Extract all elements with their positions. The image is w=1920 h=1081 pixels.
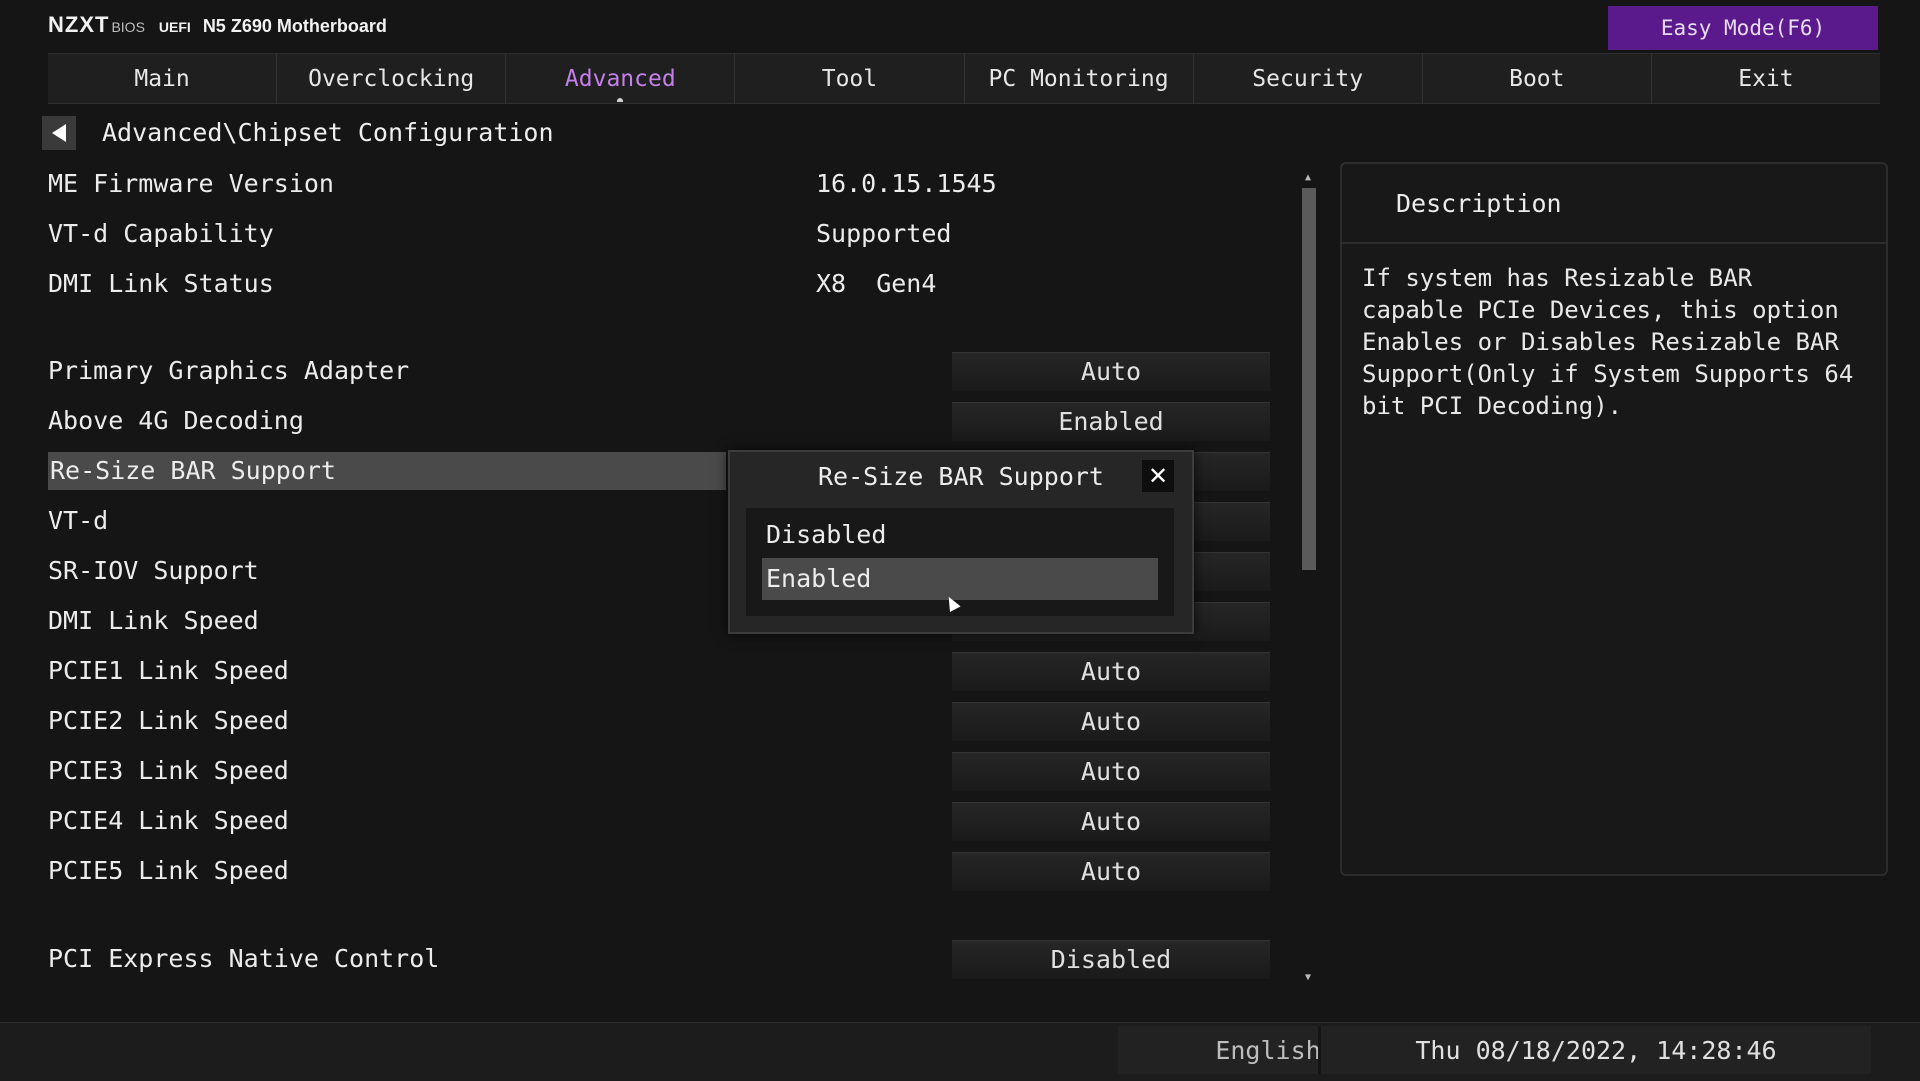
tab-boot[interactable]: Boot <box>1423 54 1652 103</box>
setting-label: PCI Express Native Control <box>48 944 440 973</box>
easy-mode-button[interactable]: Easy Mode(F6) <box>1608 6 1878 50</box>
setting-label: VT-d <box>48 506 109 535</box>
setting-row-pcie2-link-speed[interactable]: PCIE2 Link Speed Auto <box>48 702 1288 741</box>
setting-label: PCIE3 Link Speed <box>48 756 289 785</box>
info-value: Supported <box>816 219 952 248</box>
setting-label: PCIE1 Link Speed <box>48 656 289 685</box>
description-title: Description <box>1342 164 1886 244</box>
info-label: DMI Link Status <box>48 269 274 298</box>
info-row-dmi-link-status: DMI Link Status X8 Gen4 <box>48 265 1288 303</box>
setting-label: PCIE4 Link Speed <box>48 806 289 835</box>
tab-exit[interactable]: Exit <box>1652 54 1880 103</box>
setting-label: Re-Size BAR Support <box>48 452 726 490</box>
back-button[interactable] <box>42 116 76 150</box>
setting-label: PCIE5 Link Speed <box>48 856 289 885</box>
setting-row-primary-graphics-adapter[interactable]: Primary Graphics Adapter Auto <box>48 352 1288 391</box>
setting-value-button[interactable]: Auto <box>952 702 1270 741</box>
resize-bar-option-dialog: Re-Size BAR Support ✕ Disabled Enabled <box>728 450 1194 634</box>
nzxt-logo: NZXT <box>48 12 110 37</box>
uefi-label: UEFI <box>158 19 191 35</box>
motherboard-model: N5 Z690 Motherboard <box>202 16 387 36</box>
scroll-up-arrow-icon[interactable]: ▲ <box>1302 172 1314 184</box>
main-tab-bar: Main Overclocking Advanced Tool PC Monit… <box>48 53 1880 104</box>
setting-label: DMI Link Speed <box>48 606 259 635</box>
info-row-me-firmware: ME Firmware Version 16.0.15.1545 <box>48 165 1288 203</box>
info-value: 16.0.15.1545 <box>816 169 997 198</box>
setting-value-button[interactable]: Enabled <box>952 402 1270 441</box>
setting-value-button[interactable]: Auto <box>952 352 1270 391</box>
tab-main[interactable]: Main <box>48 54 278 103</box>
setting-value-button[interactable]: Auto <box>952 652 1270 691</box>
setting-value-button[interactable]: Disabled <box>952 940 1270 979</box>
tab-advanced[interactable]: Advanced <box>506 54 736 103</box>
setting-label: SR-IOV Support <box>48 556 259 585</box>
option-enabled[interactable]: Enabled <box>762 558 1158 600</box>
setting-row-pcie5-link-speed[interactable]: PCIE5 Link Speed Auto <box>48 852 1288 891</box>
tab-pc-monitoring[interactable]: PC Monitoring <box>965 54 1194 103</box>
dialog-title: Re-Size BAR Support <box>818 462 1104 491</box>
description-panel: Description If system has Resizable BAR … <box>1340 162 1888 876</box>
setting-value-button[interactable]: Auto <box>952 752 1270 791</box>
scrollbar-thumb[interactable] <box>1302 188 1316 570</box>
setting-label: Primary Graphics Adapter <box>48 356 410 385</box>
description-text: If system has Resizable BAR capable PCIe… <box>1362 264 1854 420</box>
option-list: Disabled Enabled <box>746 508 1174 616</box>
setting-row-pcie4-link-speed[interactable]: PCIE4 Link Speed Auto <box>48 802 1288 841</box>
info-value: X8 Gen4 <box>816 269 937 298</box>
scroll-down-arrow-icon[interactable]: ▼ <box>1302 972 1314 984</box>
info-label: ME Firmware Version <box>48 169 334 198</box>
info-row-vtd-capability: VT-d Capability Supported <box>48 215 1288 253</box>
option-disabled[interactable]: Disabled <box>762 514 1158 556</box>
close-icon[interactable]: ✕ <box>1142 460 1174 492</box>
setting-row-pcie1-link-speed[interactable]: PCIE1 Link Speed Auto <box>48 652 1288 691</box>
breadcrumb: Advanced\Chipset Configuration <box>102 118 554 147</box>
date-time-display: Thu 08/18/2022, 14:28:46 <box>1318 1026 1871 1074</box>
setting-label: PCIE2 Link Speed <box>48 706 289 735</box>
tab-security[interactable]: Security <box>1194 54 1423 103</box>
info-label: VT-d Capability <box>48 219 274 248</box>
bios-label: BIOS <box>111 19 145 35</box>
setting-value-button[interactable]: Auto <box>952 852 1270 891</box>
setting-row-pcie3-link-speed[interactable]: PCIE3 Link Speed Auto <box>48 752 1288 791</box>
settings-scrollbar[interactable]: ▲ ▼ <box>1300 172 1316 984</box>
setting-label: Above 4G Decoding <box>48 406 304 435</box>
brand-header: NZXT BIOS UEFI N5 Z690 Motherboard <box>48 12 387 40</box>
tab-tool[interactable]: Tool <box>735 54 965 103</box>
setting-row-pci-express-native-control[interactable]: PCI Express Native Control Disabled <box>48 940 1288 979</box>
setting-row-above-4g-decoding[interactable]: Above 4G Decoding Enabled <box>48 402 1288 441</box>
setting-value-button[interactable]: Auto <box>952 802 1270 841</box>
tab-overclocking[interactable]: Overclocking <box>277 54 507 103</box>
back-arrow-icon <box>52 124 66 142</box>
